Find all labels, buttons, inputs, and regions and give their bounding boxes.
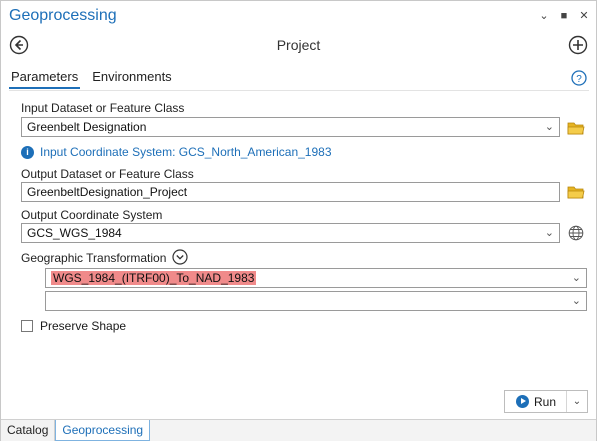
help-icon[interactable]: ?: [571, 70, 587, 86]
input-coordinate-info: i Input Coordinate System: GCS_North_Ame…: [21, 145, 332, 159]
chevron-down-icon[interactable]: ⌄: [545, 120, 554, 133]
input-dataset-select[interactable]: Greenbelt Designation ⌄: [21, 117, 560, 137]
pane-title: Geoprocessing: [9, 7, 117, 24]
preserve-shape-label: Preserve Shape: [40, 319, 127, 333]
output-dataset-input[interactable]: GreenbeltDesignation_Project: [21, 182, 560, 202]
add-icon[interactable]: [568, 35, 588, 55]
output-dataset-value: GreenbeltDesignation_Project: [27, 185, 188, 199]
geo-transform-select-1[interactable]: WGS_1984_(ITRF00)_To_NAD_1983 ⌄: [45, 268, 587, 288]
input-dataset-label: Input Dataset or Feature Class: [21, 101, 185, 115]
output-dataset-label: Output Dataset or Feature Class: [21, 167, 194, 181]
output-coordinate-label: Output Coordinate System: [21, 208, 163, 222]
folder-icon[interactable]: [567, 121, 585, 135]
bottom-tab-strip: Catalog Geoprocessing: [1, 419, 596, 441]
chevron-down-icon[interactable]: ⌄: [545, 226, 554, 239]
preserve-shape-row: Preserve Shape: [21, 319, 126, 333]
input-coordinate-text: Input Coordinate System: GCS_North_Ameri…: [40, 145, 332, 159]
geo-transform-label: Geographic Transformation: [21, 251, 167, 265]
tool-nav-bar: Project: [1, 31, 596, 61]
info-icon: i: [21, 145, 34, 159]
run-label: Run: [534, 394, 557, 409]
geoprocessing-pane: Geoprocessing ⌄ ■ ✕ Project Parameters E…: [0, 0, 597, 441]
globe-icon[interactable]: [568, 225, 584, 241]
svg-text:?: ?: [576, 74, 582, 85]
tab-geoprocessing[interactable]: Geoprocessing: [55, 420, 151, 441]
chevron-down-icon[interactable]: ⌄: [538, 9, 550, 23]
input-dataset-value: Greenbelt Designation: [27, 120, 147, 134]
window-controls: ⌄ ■ ✕: [538, 9, 590, 23]
tab-environments[interactable]: Environments: [90, 67, 173, 89]
chevron-down-icon[interactable]: ⌄: [572, 271, 581, 284]
tab-parameters[interactable]: Parameters: [9, 67, 81, 89]
collapse-icon[interactable]: [172, 249, 188, 265]
geo-transform-value-1: WGS_1984_(ITRF00)_To_NAD_1983: [51, 271, 257, 285]
tool-tabs: Parameters Environments: [9, 67, 174, 89]
close-icon[interactable]: ✕: [578, 9, 590, 23]
tab-catalog[interactable]: Catalog: [1, 420, 56, 441]
tool-title: Project: [276, 37, 321, 53]
folder-icon[interactable]: [567, 185, 585, 199]
title-bar: Geoprocessing ⌄ ■ ✕: [1, 1, 596, 31]
run-options-chevron-icon[interactable]: ⌄: [567, 396, 587, 407]
geo-transform-select-2[interactable]: ⌄: [45, 291, 587, 311]
run-button-group: Run ⌄: [504, 390, 588, 413]
maximize-icon[interactable]: ■: [558, 9, 570, 23]
chevron-down-icon[interactable]: ⌄: [572, 294, 581, 307]
run-icon: [516, 395, 529, 408]
output-coordinate-select[interactable]: GCS_WGS_1984 ⌄: [21, 223, 560, 243]
output-coordinate-value: GCS_WGS_1984: [27, 226, 122, 240]
tabs-divider: [9, 90, 589, 91]
run-button[interactable]: Run: [505, 391, 567, 412]
preserve-shape-checkbox[interactable]: [21, 320, 33, 332]
